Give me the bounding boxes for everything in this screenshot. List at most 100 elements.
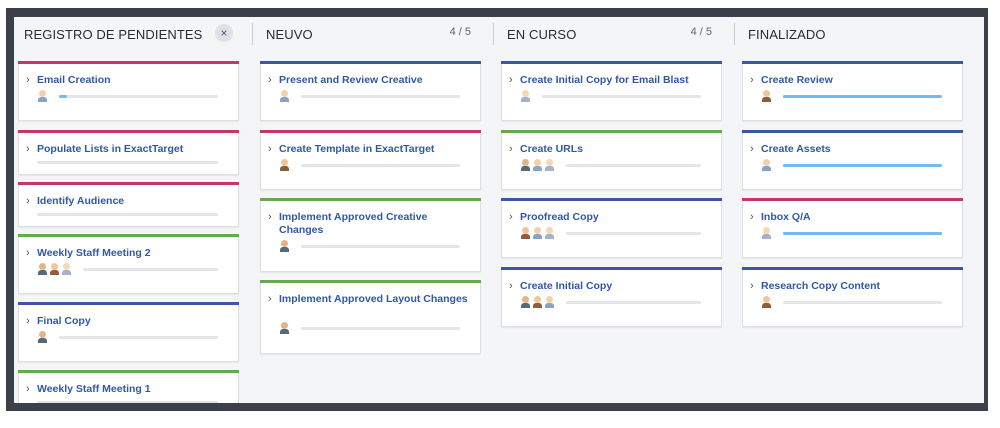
user-avatar-icon[interactable] <box>520 89 531 102</box>
card-title[interactable]: Create Initial Copy <box>520 280 711 293</box>
user-avatar-icon[interactable] <box>279 158 290 171</box>
task-card[interactable]: › Present and Review Creative <box>260 61 481 121</box>
progress-bar <box>783 95 942 98</box>
card-title[interactable]: Create Initial Copy for Email Blast <box>520 74 711 87</box>
progress-bar <box>59 95 218 98</box>
user-avatar-icon[interactable] <box>761 158 772 171</box>
task-card[interactable]: › Identify Audience <box>18 182 239 227</box>
card-title[interactable]: Create Assets <box>761 143 952 156</box>
user-avatar-icon[interactable] <box>761 89 772 102</box>
column-in-progress: EN CURSO 4 / 5 › Create Initial Copy for … <box>501 17 722 403</box>
assignee-avatars <box>520 295 555 308</box>
task-card[interactable]: › Proofread Copy <box>501 198 722 258</box>
card-color-bar <box>742 61 963 64</box>
card-title[interactable]: Identify Audience <box>37 195 228 208</box>
task-card[interactable]: › Create Initial Copy <box>501 267 722 327</box>
chevron-right-icon[interactable]: › <box>26 383 30 395</box>
chevron-right-icon[interactable]: › <box>750 280 754 292</box>
chevron-right-icon[interactable]: › <box>26 247 30 259</box>
user-avatar-icon[interactable] <box>279 321 290 334</box>
window-frame: REGISTRO DE PENDIENTES × › Email Creation… <box>6 8 988 411</box>
progress-bar <box>37 161 218 164</box>
chevron-right-icon[interactable]: › <box>509 74 513 86</box>
task-card[interactable]: › Create Initial Copy for Email Blast <box>501 61 722 121</box>
user-avatar-icon[interactable] <box>520 295 531 308</box>
chevron-right-icon[interactable]: › <box>750 211 754 223</box>
assignee-avatars <box>761 158 772 171</box>
task-card[interactable]: › Email Creation <box>18 61 239 121</box>
card-title[interactable]: Research Copy Content <box>761 280 952 293</box>
user-avatar-icon[interactable] <box>544 226 555 239</box>
chevron-right-icon[interactable]: › <box>26 74 30 86</box>
task-card[interactable]: › Populate Lists in ExactTarget <box>18 130 239 175</box>
task-card[interactable]: › Final Copy <box>18 302 239 362</box>
card-color-bar <box>501 267 722 270</box>
task-card[interactable]: › Create Assets <box>742 130 963 190</box>
progress-bar <box>783 164 942 167</box>
user-avatar-icon[interactable] <box>49 262 60 275</box>
chevron-right-icon[interactable]: › <box>750 74 754 86</box>
column-header: EN CURSO 4 / 5 <box>501 17 722 49</box>
chevron-right-icon[interactable]: › <box>26 195 30 207</box>
chevron-right-icon[interactable]: › <box>26 315 30 327</box>
chevron-right-icon[interactable]: › <box>509 211 513 223</box>
user-avatar-icon[interactable] <box>532 158 543 171</box>
card-title[interactable]: Create URLs <box>520 143 711 156</box>
card-color-bar <box>501 198 722 201</box>
card-title[interactable]: Create Review <box>761 74 952 87</box>
card-title[interactable]: Inbox Q/A <box>761 211 952 224</box>
user-avatar-icon[interactable] <box>761 226 772 239</box>
card-title[interactable]: Create Template in ExactTarget <box>279 143 470 156</box>
user-avatar-icon[interactable] <box>37 262 48 275</box>
card-title[interactable]: Populate Lists in ExactTarget <box>37 143 228 156</box>
chevron-right-icon[interactable]: › <box>750 143 754 155</box>
task-card[interactable]: › Inbox Q/A <box>742 198 963 258</box>
close-icon[interactable]: × <box>215 24 233 42</box>
progress-bar <box>301 327 460 330</box>
user-avatar-icon[interactable] <box>532 295 543 308</box>
task-card[interactable]: › Weekly Staff Meeting 1 <box>18 370 239 403</box>
task-card[interactable]: › Create URLs <box>501 130 722 190</box>
column-divider <box>734 23 735 45</box>
user-avatar-icon[interactable] <box>532 226 543 239</box>
chevron-right-icon[interactable]: › <box>268 211 272 223</box>
task-card[interactable]: › Weekly Staff Meeting 2 <box>18 234 239 294</box>
task-card[interactable]: › Implement Approved Creative Changes <box>260 198 481 272</box>
task-card[interactable]: › Research Copy Content <box>742 267 963 327</box>
card-title[interactable]: Proofread Copy <box>520 211 711 224</box>
user-avatar-icon[interactable] <box>520 226 531 239</box>
wip-count: 4 / 5 <box>690 26 712 38</box>
chevron-right-icon[interactable]: › <box>509 280 513 292</box>
column-divider <box>493 23 494 45</box>
task-card[interactable]: › Create Review <box>742 61 963 121</box>
user-avatar-icon[interactable] <box>279 239 290 252</box>
user-avatar-icon[interactable] <box>544 295 555 308</box>
chevron-right-icon[interactable]: › <box>26 143 30 155</box>
user-avatar-icon[interactable] <box>544 158 555 171</box>
card-title[interactable]: Final Copy <box>37 315 228 328</box>
chevron-right-icon[interactable]: › <box>509 143 513 155</box>
card-color-bar <box>742 198 963 201</box>
user-avatar-icon[interactable] <box>520 158 531 171</box>
user-avatar-icon[interactable] <box>761 295 772 308</box>
progress-bar <box>783 232 942 235</box>
task-card[interactable]: › Create Template in ExactTarget <box>260 130 481 190</box>
user-avatar-icon[interactable] <box>279 89 290 102</box>
card-title[interactable]: Present and Review Creative <box>279 74 470 87</box>
kanban-board: REGISTRO DE PENDIENTES × › Email Creation… <box>14 17 984 403</box>
user-avatar-icon[interactable] <box>61 262 72 275</box>
chevron-right-icon[interactable]: › <box>268 143 272 155</box>
card-title[interactable]: Email Creation <box>37 74 228 87</box>
chevron-right-icon[interactable]: › <box>268 74 272 86</box>
column-title: EN CURSO <box>507 27 577 42</box>
user-avatar-icon[interactable] <box>37 330 48 343</box>
card-color-bar <box>18 130 239 133</box>
card-color-bar <box>260 280 481 283</box>
user-avatar-icon[interactable] <box>37 89 48 102</box>
task-card[interactable]: › Implement Approved Layout Changes <box>260 280 481 354</box>
card-title[interactable]: Weekly Staff Meeting 1 <box>37 383 228 396</box>
card-title[interactable]: Implement Approved Layout Changes <box>279 293 470 306</box>
card-title[interactable]: Implement Approved Creative Changes <box>279 211 470 237</box>
chevron-right-icon[interactable]: › <box>268 293 272 305</box>
card-title[interactable]: Weekly Staff Meeting 2 <box>37 247 228 260</box>
